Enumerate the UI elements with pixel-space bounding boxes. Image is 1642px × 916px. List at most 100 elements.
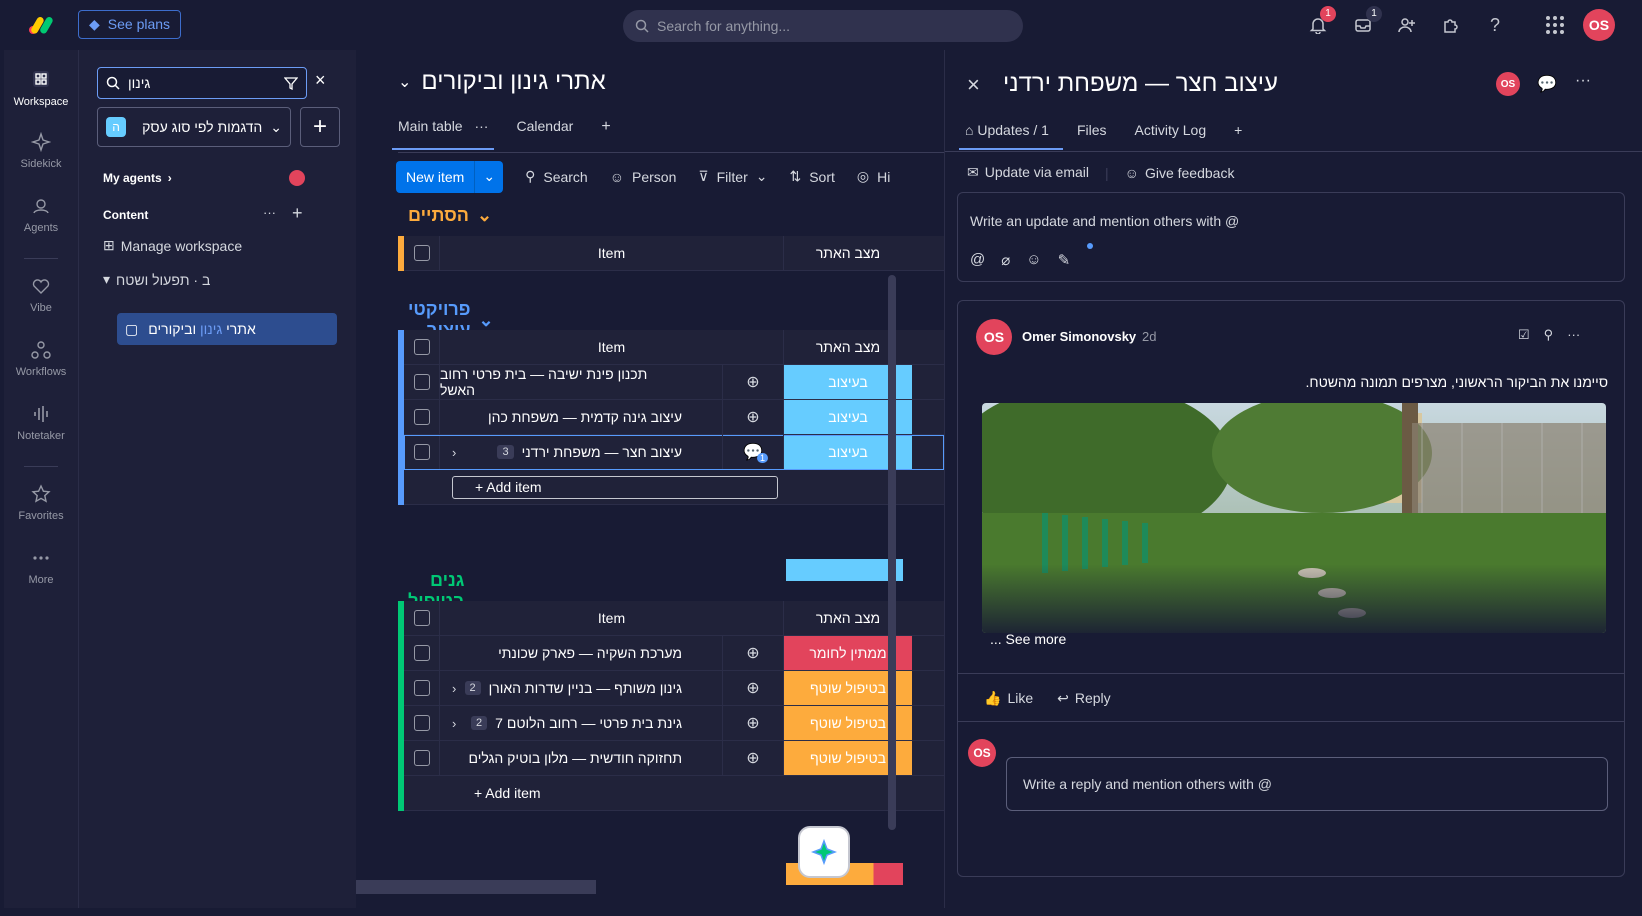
- post-image[interactable]: [982, 403, 1606, 633]
- item-name-cell[interactable]: 2 גינון משותף — בניין שדרות האורן: [440, 671, 722, 705]
- column-item-header[interactable]: Item: [440, 236, 784, 270]
- add-tab-icon[interactable]: +: [1234, 122, 1242, 138]
- nav-workspace[interactable]: Workspace: [4, 68, 78, 108]
- my-agents-row[interactable]: My agents ›: [103, 171, 172, 185]
- like-button[interactable]: 👍 Like: [984, 690, 1033, 707]
- table-row[interactable]: › 2 גינת בית פרטי — רחוב הלוטם 7 ⊕ בטיפו…: [404, 706, 944, 741]
- table-row[interactable]: › 2 גינון משותף — בניין שדרות האורן ⊕ בט…: [404, 671, 944, 706]
- pin-icon[interactable]: ⚲: [1544, 327, 1554, 343]
- add-item-row[interactable]: + Add item: [404, 470, 944, 505]
- item-name-cell[interactable]: 2 גינת בית פרטי — רחוב הלוטם 7: [440, 706, 722, 740]
- author-name[interactable]: Omer Simonovsky: [1022, 329, 1136, 344]
- hide-button[interactable]: ◎ Hi: [857, 168, 890, 185]
- ai-wand-icon[interactable]: ✎: [1058, 251, 1071, 269]
- group-title[interactable]: ⌄ הסתיים: [408, 205, 492, 226]
- nav-sidekick[interactable]: Sidekick: [4, 132, 78, 170]
- workspace-selector[interactable]: ה הדגמות לפי סוג עסק ⌄: [97, 107, 291, 147]
- post-more-icon[interactable]: ···: [1567, 327, 1580, 343]
- manage-workspace-link[interactable]: ⊞ Manage workspace: [103, 237, 242, 254]
- update-editor[interactable]: Write an update and mention others with …: [957, 192, 1625, 282]
- column-item-header[interactable]: Item: [440, 330, 784, 364]
- column-item-header[interactable]: Item: [440, 601, 784, 635]
- add-update-icon[interactable]: ⊕: [722, 741, 784, 775]
- nav-notetaker[interactable]: Notetaker: [4, 404, 78, 442]
- item-name[interactable]: תחזוקה חודשית — מלון בוטיק הגלים: [440, 741, 722, 775]
- table-row[interactable]: עיצוב גינה קדמית — משפחת כהן ⊕ בעיצוב: [404, 400, 944, 435]
- expand-subitems-icon[interactable]: ›: [452, 445, 456, 460]
- see-more-link[interactable]: ... See more: [990, 631, 1066, 647]
- invite-user-icon[interactable]: [1395, 13, 1419, 37]
- sidekick-sparkle-button[interactable]: [798, 826, 850, 878]
- content-more-icon[interactable]: ···: [263, 205, 276, 220]
- sort-button[interactable]: ⇅ Sort: [789, 168, 834, 185]
- row-checkbox[interactable]: [404, 636, 440, 670]
- attach-icon[interactable]: ⌀: [1001, 251, 1010, 269]
- table-row[interactable]: תחזוקה חודשית — מלון בוטיק הגלים ⊕ בטיפו…: [404, 741, 944, 776]
- add-update-icon[interactable]: ⊕: [722, 400, 784, 434]
- add-item-input[interactable]: + Add item: [452, 475, 778, 499]
- global-search-input[interactable]: Search for anything...: [623, 10, 1023, 42]
- monday-logo-icon[interactable]: [28, 14, 60, 36]
- select-all-checkbox[interactable]: [404, 330, 440, 364]
- tab-calendar[interactable]: Calendar: [516, 114, 573, 152]
- table-row[interactable]: מערכת השקיה — פארק שכונתי ⊕ ממתין לחומר: [404, 636, 944, 671]
- panel-title[interactable]: עיצוב חצר — משפחת ירדני: [1003, 70, 1278, 98]
- owner-avatar[interactable]: OS: [1496, 72, 1520, 96]
- give-feedback-button[interactable]: ☺ Give feedback: [1125, 165, 1235, 181]
- content-add-icon[interactable]: +: [292, 203, 303, 224]
- board-item-active[interactable]: ▢ אתרי גינון וביקורים: [117, 313, 337, 345]
- folder-item[interactable]: ▾ ב · תפעול ושטח: [103, 271, 210, 288]
- panel-more-icon[interactable]: ···: [1575, 72, 1591, 90]
- close-search-icon[interactable]: ×: [315, 70, 326, 91]
- emoji-icon[interactable]: ☺: [1026, 251, 1041, 269]
- item-name-cell[interactable]: 3 עיצוב חצר — משפחת ירדני: [440, 435, 722, 469]
- person-filter-button[interactable]: ☺ Person: [610, 169, 677, 185]
- horizontal-scrollbar[interactable]: [356, 880, 596, 894]
- row-checkbox[interactable]: [404, 435, 440, 469]
- column-status-header[interactable]: מצב האתר: [784, 236, 912, 270]
- reply-button[interactable]: ↩ Reply: [1057, 690, 1111, 707]
- row-checkbox[interactable]: [404, 365, 440, 399]
- tab-main-table[interactable]: Main table ···: [391, 114, 496, 152]
- reply-input[interactable]: Write a reply and mention others with @: [1006, 757, 1608, 811]
- row-checkbox[interactable]: [404, 400, 440, 434]
- filter-icon[interactable]: [284, 76, 298, 90]
- expand-subitems-icon[interactable]: ›: [452, 716, 456, 731]
- vertical-scrollbar[interactable]: [888, 275, 896, 830]
- select-all-checkbox[interactable]: [404, 236, 440, 270]
- board-title[interactable]: אתרי גינון וביקורים ⌄: [398, 68, 606, 96]
- nav-agents[interactable]: Agents: [4, 196, 78, 234]
- new-item-dropdown-icon[interactable]: ⌄: [474, 160, 503, 193]
- workspace-search-input[interactable]: גינון: [97, 67, 307, 99]
- row-checkbox[interactable]: [404, 706, 440, 740]
- table-row-selected[interactable]: › 3 עיצוב חצר — משפחת ירדני 💬 1 בעיצוב: [404, 435, 944, 470]
- expand-subitems-icon[interactable]: ›: [452, 681, 456, 696]
- mark-read-icon[interactable]: ☑: [1518, 327, 1530, 343]
- new-item-button[interactable]: New item ⌄: [396, 160, 504, 193]
- close-panel-icon[interactable]: ×: [967, 72, 980, 98]
- add-update-icon[interactable]: ⊕: [722, 365, 784, 399]
- tab-more-icon[interactable]: ···: [474, 118, 488, 134]
- chat-icon[interactable]: 💬: [1537, 74, 1557, 94]
- add-update-icon[interactable]: ⊕: [722, 706, 784, 740]
- help-icon[interactable]: ?: [1483, 13, 1507, 37]
- update-via-email-button[interactable]: ✉ Update via email: [967, 164, 1089, 181]
- updates-icon[interactable]: 💬 1: [722, 435, 784, 469]
- add-update-icon[interactable]: ⊕: [722, 671, 784, 705]
- see-plans-button[interactable]: ◆ See plans: [78, 10, 182, 39]
- search-button[interactable]: ⚲ Search: [525, 168, 588, 185]
- filter-button[interactable]: ⊽ Filter ⌄: [698, 168, 767, 185]
- nav-favorites[interactable]: Favorites: [4, 484, 78, 522]
- add-view-icon[interactable]: +: [601, 114, 610, 152]
- apps-puzzle-icon[interactable]: [1439, 13, 1463, 37]
- add-update-icon[interactable]: ⊕: [722, 636, 784, 670]
- tab-activity-log[interactable]: Activity Log: [1135, 122, 1207, 138]
- nav-more[interactable]: More: [4, 548, 78, 586]
- nav-vibe[interactable]: Vibe: [4, 276, 78, 314]
- app-grid-icon[interactable]: [1543, 13, 1567, 37]
- user-avatar[interactable]: OS: [1583, 9, 1615, 41]
- add-workspace-button[interactable]: +: [300, 107, 340, 147]
- add-item-row[interactable]: + Add item: [404, 776, 944, 811]
- item-name[interactable]: תכנון פינת ישיבה — בית פרטי רחוב האשל: [440, 365, 722, 399]
- tab-updates[interactable]: ⌂ Updates / 1: [959, 122, 1063, 150]
